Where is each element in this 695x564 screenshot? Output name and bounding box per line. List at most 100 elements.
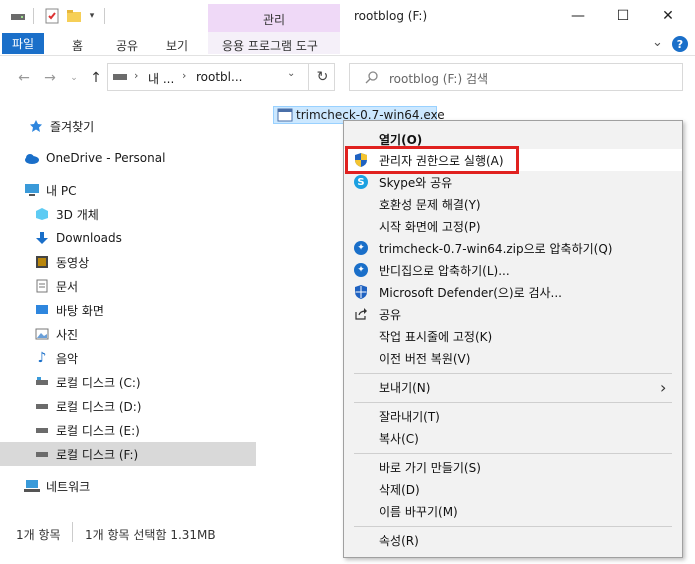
menu-item-label: 열기(O) bbox=[379, 132, 423, 147]
menu-item-send-to[interactable]: 보내기(N) › bbox=[344, 376, 682, 398]
minimize-button[interactable]: — bbox=[555, 0, 601, 32]
tab-home[interactable]: 홈 bbox=[72, 37, 83, 54]
sidebar-item-label: 네트워크 bbox=[46, 479, 91, 494]
search-placeholder: rootblog (F:) 검색 bbox=[389, 72, 489, 86]
sidebar-item-label: 음악 bbox=[56, 351, 79, 366]
pc-icon bbox=[24, 182, 40, 198]
sidebar-item-pictures[interactable]: 사진 bbox=[0, 322, 256, 346]
menu-item-restore-versions[interactable]: 이전 버전 복원(V) bbox=[344, 347, 682, 369]
menu-item-label: 삭제(D) bbox=[379, 482, 420, 497]
music-icon: ♪ bbox=[37, 350, 47, 366]
menu-item-pin-taskbar[interactable]: 작업 표시줄에 고정(K) bbox=[344, 325, 682, 347]
menu-item-pin-start[interactable]: 시작 화면에 고정(P) bbox=[344, 215, 682, 237]
new-folder-icon[interactable] bbox=[66, 8, 82, 24]
sidebar-item-label: 3D 개체 bbox=[56, 207, 99, 222]
menu-item-properties[interactable]: 속성(R) bbox=[344, 529, 682, 551]
document-icon bbox=[34, 278, 50, 294]
drive-icon bbox=[34, 374, 50, 390]
menu-item-label: 잘라내기(T) bbox=[379, 409, 440, 424]
chevron-down-icon[interactable]: ⌄ bbox=[652, 35, 663, 50]
sidebar-item-downloads[interactable]: Downloads bbox=[0, 226, 256, 250]
exe-icon bbox=[277, 108, 293, 122]
sidebar-item-label: 바탕 화면 bbox=[56, 303, 104, 318]
menu-item-cut[interactable]: 잘라내기(T) bbox=[344, 405, 682, 427]
back-arrow-icon[interactable]: ← bbox=[14, 68, 34, 88]
sidebar-item-music[interactable]: ♪ 음악 bbox=[0, 346, 256, 370]
menu-item-bandizip[interactable]: ✦ 반디집으로 압축하기(L)... bbox=[344, 259, 682, 281]
tab-file[interactable]: 파일 bbox=[2, 33, 44, 54]
sidebar-item-favorites[interactable]: 즐겨찾기 bbox=[0, 114, 256, 138]
sidebar-item-label: 로컬 디스크 (C:) bbox=[56, 375, 141, 390]
sidebar-item-disk-f[interactable]: 로컬 디스크 (F:) bbox=[0, 442, 256, 466]
divider bbox=[72, 522, 73, 542]
bandizip-icon: ✦ bbox=[352, 239, 370, 257]
drive-icon bbox=[10, 10, 26, 24]
menu-item-create-shortcut[interactable]: 바로 가기 만들기(S) bbox=[344, 456, 682, 478]
menu-item-label: 보내기(N) bbox=[379, 380, 431, 395]
menu-separator bbox=[354, 526, 672, 527]
menu-item-rename[interactable]: 이름 바꾸기(M) bbox=[344, 500, 682, 522]
sidebar-item-3d-objects[interactable]: 3D 개체 bbox=[0, 202, 256, 226]
drive-icon bbox=[34, 422, 50, 438]
sidebar-item-network[interactable]: 네트워크 bbox=[0, 474, 256, 498]
window-title: rootblog (F:) bbox=[354, 9, 428, 23]
cloud-icon bbox=[24, 150, 40, 166]
help-icon[interactable]: ? bbox=[672, 36, 688, 52]
sidebar-item-documents[interactable]: 문서 bbox=[0, 274, 256, 298]
chevron-right-icon: › bbox=[660, 377, 667, 397]
sidebar-item-disk-c[interactable]: 로컬 디스크 (C:) bbox=[0, 370, 256, 394]
status-selection: 1개 항목 선택함 1.31MB bbox=[85, 528, 216, 542]
sidebar-item-label: 로컬 디스크 (F:) bbox=[56, 447, 139, 462]
menu-item-label: trimcheck-0.7-win64.zip으로 압축하기(Q) bbox=[379, 241, 613, 256]
divider bbox=[104, 8, 105, 24]
sidebar-item-desktop[interactable]: 바탕 화면 bbox=[0, 298, 256, 322]
maximize-button[interactable]: ☐ bbox=[600, 0, 646, 32]
address-dropdown-icon[interactable]: ⌄ bbox=[287, 68, 295, 79]
sidebar-item-label: Downloads bbox=[56, 231, 122, 245]
sidebar-item-videos[interactable]: 동영상 bbox=[0, 250, 256, 274]
breadcrumb-my-pc[interactable]: 내 ... bbox=[148, 70, 174, 87]
menu-item-copy[interactable]: 복사(C) bbox=[344, 427, 682, 449]
context-menu: 열기(O) 관리자 권한으로 실행(A) S Skype와 공유 호환성 문제 … bbox=[343, 120, 683, 558]
menu-item-skype-share[interactable]: S Skype와 공유 bbox=[344, 171, 682, 193]
desktop-icon bbox=[34, 302, 50, 318]
tab-app-tools[interactable]: 응용 프로그램 도구 bbox=[222, 37, 318, 54]
forward-arrow-icon[interactable]: → bbox=[40, 68, 60, 88]
menu-item-share[interactable]: 공유 bbox=[344, 303, 682, 325]
menu-item-delete[interactable]: 삭제(D) bbox=[344, 478, 682, 500]
menu-item-zip[interactable]: ✦ trimcheck-0.7-win64.zip으로 압축하기(Q) bbox=[344, 237, 682, 259]
customize-quick-access-icon[interactable]: ▾ bbox=[86, 10, 98, 22]
bandizip-icon: ✦ bbox=[352, 261, 370, 279]
sidebar-item-label: 사진 bbox=[56, 327, 79, 342]
highlight-annotation bbox=[345, 146, 519, 174]
sidebar-item-disk-d[interactable]: 로컬 디스크 (D:) bbox=[0, 394, 256, 418]
menu-item-label: 속성(R) bbox=[379, 533, 419, 548]
sidebar-item-onedrive[interactable]: OneDrive - Personal bbox=[0, 146, 256, 170]
sidebar-item-disk-e[interactable]: 로컬 디스크 (E:) bbox=[0, 418, 256, 442]
recent-locations-icon[interactable]: ⌄ bbox=[64, 68, 84, 88]
manage-tab[interactable]: 관리 bbox=[208, 11, 340, 28]
network-icon bbox=[24, 478, 40, 494]
cube-icon bbox=[34, 206, 50, 222]
properties-icon[interactable] bbox=[44, 8, 60, 24]
share-icon bbox=[352, 305, 370, 323]
menu-item-label: 이름 바꾸기(M) bbox=[379, 504, 458, 519]
refresh-button[interactable]: ↻ bbox=[308, 63, 336, 91]
defender-icon bbox=[352, 283, 370, 301]
tab-share[interactable]: 공유 bbox=[116, 37, 138, 54]
close-button[interactable]: ✕ bbox=[645, 0, 691, 32]
drive-icon bbox=[34, 398, 50, 414]
menu-item-label: Microsoft Defender(으)로 검사... bbox=[379, 285, 562, 300]
menu-item-label: 복사(C) bbox=[379, 431, 419, 446]
sidebar-item-label: 로컬 디스크 (D:) bbox=[56, 399, 142, 414]
menu-separator bbox=[354, 453, 672, 454]
menu-item-label: 공유 bbox=[379, 307, 402, 322]
tab-view[interactable]: 보기 bbox=[166, 37, 188, 54]
menu-item-troubleshoot[interactable]: 호환성 문제 해결(Y) bbox=[344, 193, 682, 215]
breadcrumb-rootblog[interactable]: rootbl... bbox=[196, 70, 242, 84]
menu-item-defender[interactable]: Microsoft Defender(으)로 검사... bbox=[344, 281, 682, 303]
up-arrow-icon[interactable]: ↑ bbox=[86, 68, 106, 88]
menu-item-label: 바로 가기 만들기(S) bbox=[379, 460, 481, 475]
menu-item-label: Skype와 공유 bbox=[379, 175, 453, 190]
sidebar-item-my-pc[interactable]: 내 PC bbox=[0, 178, 256, 202]
